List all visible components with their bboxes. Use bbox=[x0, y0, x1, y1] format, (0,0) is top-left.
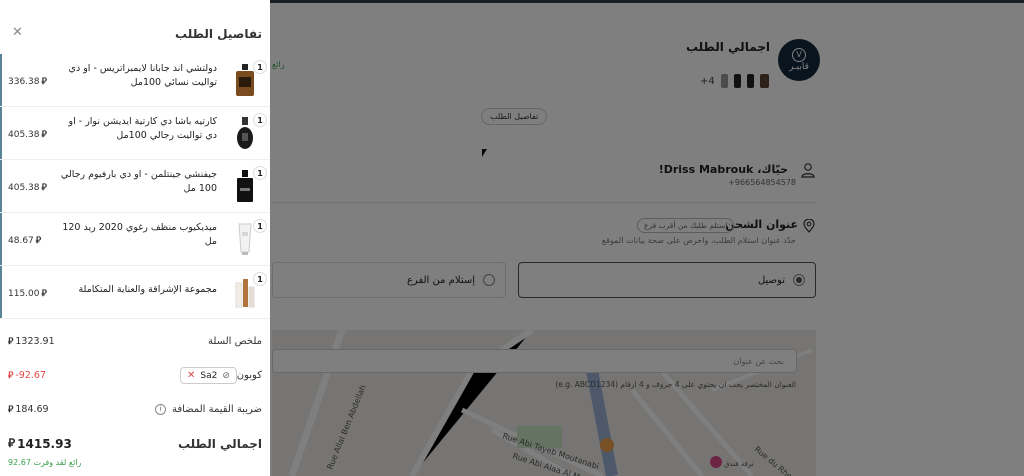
quantity-badge: 1 bbox=[253, 166, 267, 180]
coupon-value: ⃁ -92.67 bbox=[8, 370, 46, 381]
item-name: مجموعة الإشراقة والعناية المتكاملة bbox=[78, 284, 217, 295]
item-price: 115.00 ⃁ bbox=[8, 288, 47, 300]
coupon-row: كوبون ✕ Sa2 ⊘ ⃁ -92.67 bbox=[0, 367, 270, 390]
info-icon[interactable]: i bbox=[155, 404, 166, 415]
cart-summary-row: ملخص السلة ⃁ 1323.91 bbox=[0, 336, 270, 356]
item-name: كارتيه باشا دي كارتية ايديشن نوار - او د… bbox=[68, 116, 217, 141]
quantity-badge: 1 bbox=[253, 113, 267, 127]
vat-value: ⃁ 184.69 bbox=[8, 404, 49, 415]
item-price-value: 115.00 bbox=[8, 288, 40, 299]
vat-label: ضريبة القيمة المضافة bbox=[171, 404, 262, 415]
savings-text: رائع لقد وفرت 92.67 bbox=[8, 458, 82, 467]
order-total-amount: 1415.93 bbox=[17, 436, 72, 451]
item-price: 405.38 ⃁ bbox=[8, 129, 47, 141]
currency-icon: ⃁ bbox=[35, 236, 42, 246]
item-name: ميديكيوب منظف رغوي 2020 ريد 120 مل bbox=[62, 222, 217, 247]
currency-icon: ⃁ bbox=[41, 77, 47, 87]
list-item: 1 دولتشي اند جابانا لايمبراتريس - او دي … bbox=[0, 54, 270, 107]
close-icon[interactable]: ✕ bbox=[12, 26, 24, 39]
currency-icon: ⃁ bbox=[41, 289, 47, 299]
currency-icon: ⃁ bbox=[41, 130, 47, 140]
quantity-badge: 1 bbox=[253, 219, 267, 233]
tag-icon: ⊘ bbox=[222, 370, 230, 381]
currency-icon: ⃁ bbox=[8, 371, 14, 381]
order-total-value: ⃁ 1415.93 bbox=[8, 436, 72, 451]
item-price: 48.67 ⃁ bbox=[8, 235, 42, 247]
item-price-value: 405.38 bbox=[8, 129, 40, 140]
currency-icon: ⃁ bbox=[8, 405, 14, 415]
item-price-value: 405.38 bbox=[8, 182, 40, 193]
cart-summary-value: ⃁ 1323.91 bbox=[8, 336, 55, 347]
cart-summary-amount: 1323.91 bbox=[15, 336, 55, 347]
currency-icon: ⃁ bbox=[8, 436, 16, 450]
vat-amount: 184.69 bbox=[15, 404, 49, 415]
quantity-badge: 1 bbox=[253, 272, 267, 286]
coupon-code: Sa2 bbox=[200, 370, 218, 381]
coupon-amount: -92.67 bbox=[15, 370, 46, 381]
drawer-header: تفاصيل الطلب ✕ bbox=[0, 0, 270, 52]
currency-icon: ⃁ bbox=[8, 337, 14, 347]
item-price: 405.38 ⃁ bbox=[8, 182, 47, 194]
currency-icon: ⃁ bbox=[41, 183, 47, 193]
item-name: جيفنشي جينتلمن - او دي بارفيوم رجالي 100… bbox=[60, 169, 217, 194]
cart-items-list: 1 دولتشي اند جابانا لايمبراتريس - او دي … bbox=[0, 54, 270, 319]
coupon-label: كوبون bbox=[236, 370, 262, 381]
drawer-title: تفاصيل الطلب bbox=[175, 27, 262, 41]
item-price-value: 336.38 bbox=[8, 76, 40, 87]
cart-summary-label: ملخص السلة bbox=[208, 336, 262, 347]
order-details-drawer: تفاصيل الطلب ✕ 1 دولتشي اند جابانا لايمب… bbox=[0, 0, 270, 476]
list-item: 1 كارتيه باشا دي كارتية ايديشن نوار - او… bbox=[0, 107, 270, 160]
list-item: 1 جيفنشي جينتلمن - او دي بارفيوم رجالي 1… bbox=[0, 160, 270, 213]
vat-row: ضريبة القيمة المضافة i ⃁ 184.69 bbox=[0, 404, 270, 424]
quantity-badge: 1 bbox=[253, 60, 267, 74]
item-price-value: 48.67 bbox=[8, 235, 34, 246]
item-name: دولتشي اند جابانا لايمبراتريس - او دي تو… bbox=[68, 63, 217, 88]
order-total-label: اجمالي الطلب bbox=[177, 437, 262, 451]
list-item: 1 ميديكيوب منظف رغوي 2020 ريد 120 مل 48.… bbox=[0, 213, 270, 266]
item-price: 336.38 ⃁ bbox=[8, 76, 47, 88]
list-item: 1 مجموعة الإشراقة والعناية المتكاملة 115… bbox=[0, 266, 270, 319]
coupon-chip: ✕ Sa2 ⊘ bbox=[180, 367, 237, 384]
remove-coupon-icon[interactable]: ✕ bbox=[187, 370, 195, 381]
